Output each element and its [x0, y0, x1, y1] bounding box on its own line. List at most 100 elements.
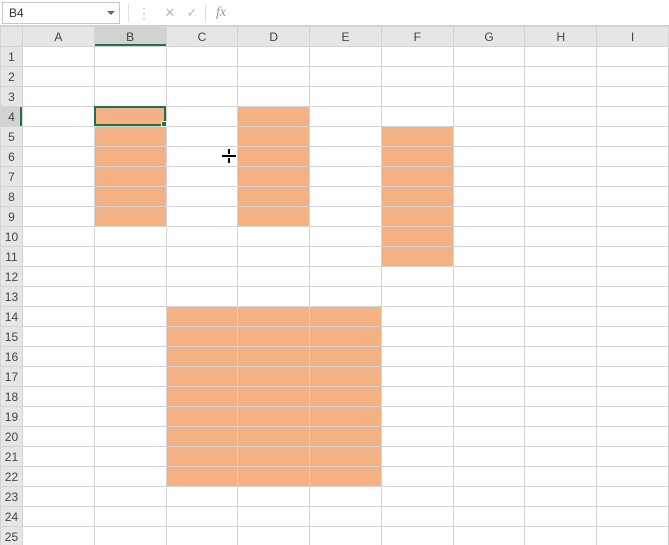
cell[interactable] — [597, 107, 669, 127]
cell[interactable] — [166, 207, 238, 227]
cell[interactable] — [597, 507, 669, 527]
cell[interactable] — [238, 207, 310, 227]
column-header[interactable]: G — [453, 27, 525, 47]
cell[interactable] — [238, 187, 310, 207]
cell[interactable] — [381, 47, 453, 67]
cell[interactable] — [453, 67, 525, 87]
cell[interactable] — [166, 387, 238, 407]
cell[interactable] — [381, 507, 453, 527]
row-header[interactable]: 23 — [1, 487, 23, 507]
cell[interactable] — [238, 227, 310, 247]
column-header[interactable]: H — [525, 27, 597, 47]
cell[interactable] — [381, 387, 453, 407]
cell[interactable] — [238, 47, 310, 67]
cell[interactable] — [22, 127, 94, 147]
cell[interactable] — [94, 327, 166, 347]
row-header[interactable]: 1 — [1, 47, 23, 67]
cell[interactable] — [381, 347, 453, 367]
cell[interactable] — [381, 327, 453, 347]
cell[interactable] — [94, 127, 166, 147]
cell[interactable] — [94, 367, 166, 387]
cell[interactable] — [525, 367, 597, 387]
cell[interactable] — [453, 487, 525, 507]
cell[interactable] — [94, 187, 166, 207]
cell[interactable] — [22, 527, 94, 545]
cell[interactable] — [525, 427, 597, 447]
cell[interactable] — [22, 387, 94, 407]
row-header[interactable]: 20 — [1, 427, 23, 447]
cell[interactable] — [94, 107, 166, 127]
cell[interactable] — [453, 387, 525, 407]
cell[interactable] — [94, 47, 166, 67]
cell[interactable] — [310, 87, 382, 107]
cell[interactable] — [453, 447, 525, 467]
row-header[interactable]: 13 — [1, 287, 23, 307]
cell[interactable] — [525, 207, 597, 227]
cell[interactable] — [22, 207, 94, 227]
cell[interactable] — [525, 187, 597, 207]
cell[interactable] — [525, 387, 597, 407]
cell[interactable] — [310, 227, 382, 247]
cell[interactable] — [238, 407, 310, 427]
cell[interactable] — [453, 147, 525, 167]
cell[interactable] — [310, 287, 382, 307]
cell[interactable] — [238, 387, 310, 407]
cell[interactable] — [94, 427, 166, 447]
row-header[interactable]: 10 — [1, 227, 23, 247]
name-box[interactable]: B4 — [2, 2, 120, 24]
cell[interactable] — [381, 247, 453, 267]
cell[interactable] — [310, 187, 382, 207]
column-header[interactable]: E — [310, 27, 382, 47]
cell[interactable] — [453, 467, 525, 487]
cell[interactable] — [310, 487, 382, 507]
cell[interactable] — [310, 387, 382, 407]
cell[interactable] — [22, 307, 94, 327]
cell[interactable] — [597, 427, 669, 447]
cell[interactable] — [166, 407, 238, 427]
cell[interactable] — [597, 127, 669, 147]
cell[interactable] — [525, 127, 597, 147]
cell[interactable] — [453, 287, 525, 307]
cell[interactable] — [381, 227, 453, 247]
cell[interactable] — [525, 407, 597, 427]
column-header[interactable]: B — [94, 27, 166, 47]
cell[interactable] — [453, 427, 525, 447]
cell[interactable] — [238, 267, 310, 287]
cell[interactable] — [238, 487, 310, 507]
cell[interactable] — [381, 127, 453, 147]
cell[interactable] — [238, 67, 310, 87]
cell[interactable] — [310, 147, 382, 167]
cell[interactable] — [597, 307, 669, 327]
cell[interactable] — [94, 67, 166, 87]
cell[interactable] — [597, 67, 669, 87]
cell[interactable] — [597, 527, 669, 545]
formula-input[interactable] — [236, 2, 669, 24]
cell[interactable] — [22, 187, 94, 207]
cell[interactable] — [22, 87, 94, 107]
cell[interactable] — [94, 167, 166, 187]
cell[interactable] — [238, 447, 310, 467]
cell[interactable] — [453, 327, 525, 347]
cell[interactable] — [238, 107, 310, 127]
cell[interactable] — [166, 447, 238, 467]
cell[interactable] — [238, 87, 310, 107]
row-header[interactable]: 16 — [1, 347, 23, 367]
name-box-dropdown[interactable] — [103, 3, 119, 23]
cell[interactable] — [166, 467, 238, 487]
column-header[interactable]: F — [381, 27, 453, 47]
cell[interactable] — [166, 107, 238, 127]
cell[interactable] — [597, 327, 669, 347]
cell[interactable] — [525, 327, 597, 347]
cell[interactable] — [22, 487, 94, 507]
cell[interactable] — [310, 67, 382, 87]
cell[interactable] — [597, 387, 669, 407]
cell[interactable] — [94, 207, 166, 227]
cell[interactable] — [166, 187, 238, 207]
cell[interactable] — [310, 347, 382, 367]
cell[interactable] — [381, 367, 453, 387]
cell[interactable] — [453, 367, 525, 387]
cell[interactable] — [310, 247, 382, 267]
cell[interactable] — [166, 287, 238, 307]
cell[interactable] — [597, 267, 669, 287]
cell[interactable] — [597, 487, 669, 507]
